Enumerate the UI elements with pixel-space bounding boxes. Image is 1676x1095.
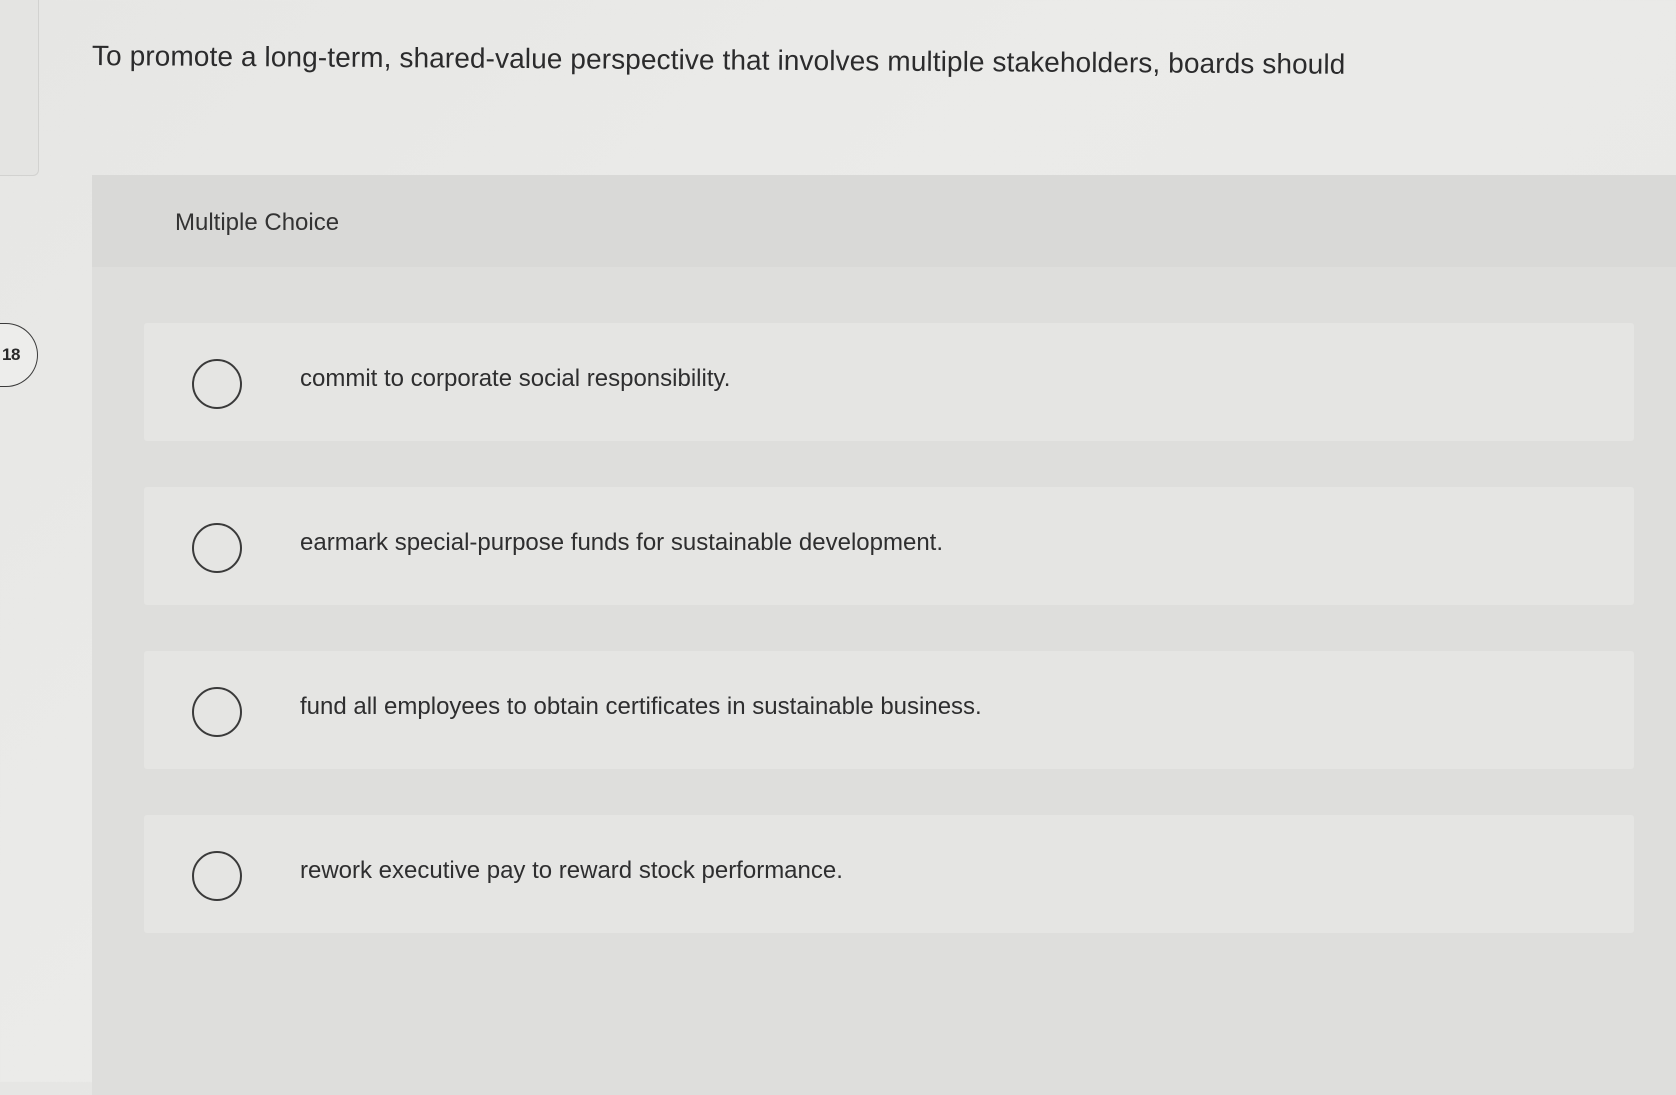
radio-button-2[interactable]	[192, 523, 242, 573]
answer-option-1[interactable]: commit to corporate social responsibilit…	[144, 323, 1634, 441]
question-number: 18	[2, 345, 20, 364]
radio-button-3[interactable]	[192, 687, 242, 737]
multiple-choice-header: Multiple Choice	[92, 175, 1676, 267]
answer-option-label[interactable]: fund all employees to obtain certificate…	[300, 693, 982, 721]
answer-option-2[interactable]: earmark special-purpose funds for sustai…	[144, 487, 1634, 605]
left-rail	[0, 0, 39, 176]
question-prompt: To promote a long-term, shared-value per…	[91, 40, 1346, 80]
multiple-choice-label: Multiple Choice	[175, 209, 340, 236]
radio-button-4[interactable]	[192, 851, 242, 901]
answer-option-label[interactable]: commit to corporate social responsibilit…	[300, 365, 730, 393]
radio-button-1[interactable]	[192, 359, 242, 409]
multiple-choice-panel: Multiple Choice commit to corporate soci…	[92, 175, 1676, 1095]
answer-option-3[interactable]: fund all employees to obtain certificate…	[144, 651, 1634, 769]
answer-option-4[interactable]: rework executive pay to reward stock per…	[144, 815, 1634, 933]
answer-option-label[interactable]: earmark special-purpose funds for sustai…	[300, 529, 943, 557]
question-number-badge[interactable]: 18	[0, 323, 38, 387]
answer-option-label[interactable]: rework executive pay to reward stock per…	[300, 857, 843, 885]
